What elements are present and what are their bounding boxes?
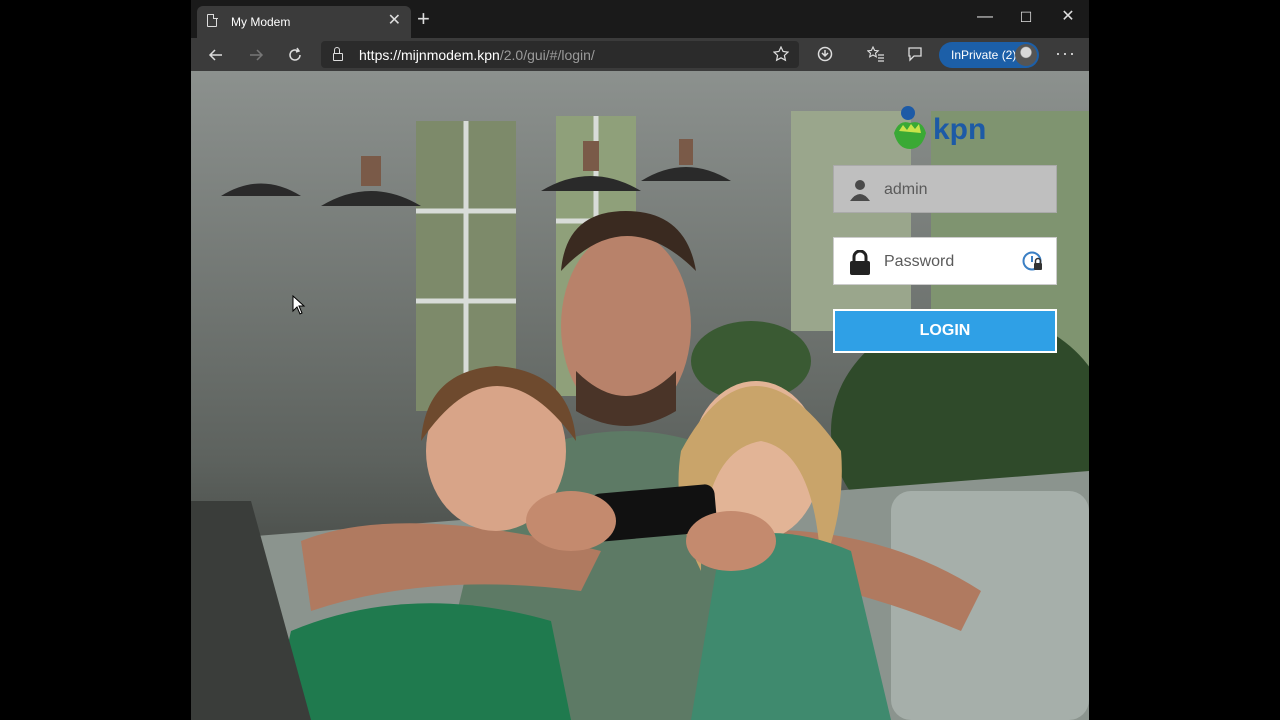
refresh-icon	[289, 47, 301, 61]
toolbar: https://mijnmodem.kpn/2.0/gui/#/login/ I…	[191, 38, 1089, 71]
password-field[interactable]: Password	[833, 237, 1057, 285]
url-text[interactable]: https://mijnmodem.kpn/2.0/gui/#/login/	[359, 47, 595, 63]
password-placeholder: Password	[884, 253, 955, 270]
browser-window: My Modem ✕ + — ☐ ✕ https://mijnmodem.kpn…	[191, 0, 1089, 720]
star-icon[interactable]	[773, 46, 789, 62]
username-value: admin	[884, 181, 928, 198]
address-bar[interactable]: https://mijnmodem.kpn/2.0/gui/#/login/	[321, 41, 799, 68]
username-field[interactable]: admin	[833, 165, 1057, 213]
back-button[interactable]	[203, 42, 229, 68]
kpn-logo-text: kpn	[933, 113, 986, 146]
feedback-icon[interactable]	[907, 46, 923, 62]
refresh-button[interactable]	[282, 42, 308, 68]
inprivate-label: InPrivate (2)	[951, 48, 1017, 62]
kpn-logo: kpn	[894, 106, 986, 149]
cursor-icon	[292, 295, 306, 315]
lock-icon[interactable]	[333, 47, 343, 61]
maximize-button[interactable]: ☐	[1006, 4, 1046, 30]
tracking-icon[interactable]	[817, 46, 833, 62]
favorites-icon[interactable]	[867, 46, 885, 62]
inprivate-button[interactable]: InPrivate (2)	[939, 42, 1039, 68]
forward-icon	[250, 49, 264, 61]
page-icon	[207, 13, 218, 27]
forward-button[interactable]	[243, 42, 269, 68]
modem-login-page: kpn admin Password LOGIN	[191, 71, 1089, 720]
password-manager-icon[interactable]	[1022, 251, 1044, 273]
tab-title: My Modem	[231, 15, 291, 29]
login-button[interactable]: LOGIN	[833, 309, 1057, 353]
user-icon	[850, 180, 870, 201]
more-menu-button[interactable]: ···	[1055, 43, 1076, 64]
minimize-button[interactable]: —	[965, 4, 1005, 30]
tab-bar: My Modem ✕ + — ☐ ✕	[191, 0, 1089, 38]
back-icon	[208, 49, 222, 61]
close-window-button[interactable]: ✕	[1048, 4, 1088, 30]
tab-my-modem[interactable]: My Modem ✕	[197, 6, 411, 38]
close-tab-icon[interactable]: ✕	[388, 12, 401, 30]
avatar	[1015, 44, 1037, 66]
new-tab-button[interactable]: +	[417, 8, 430, 30]
padlock-icon	[850, 250, 870, 275]
